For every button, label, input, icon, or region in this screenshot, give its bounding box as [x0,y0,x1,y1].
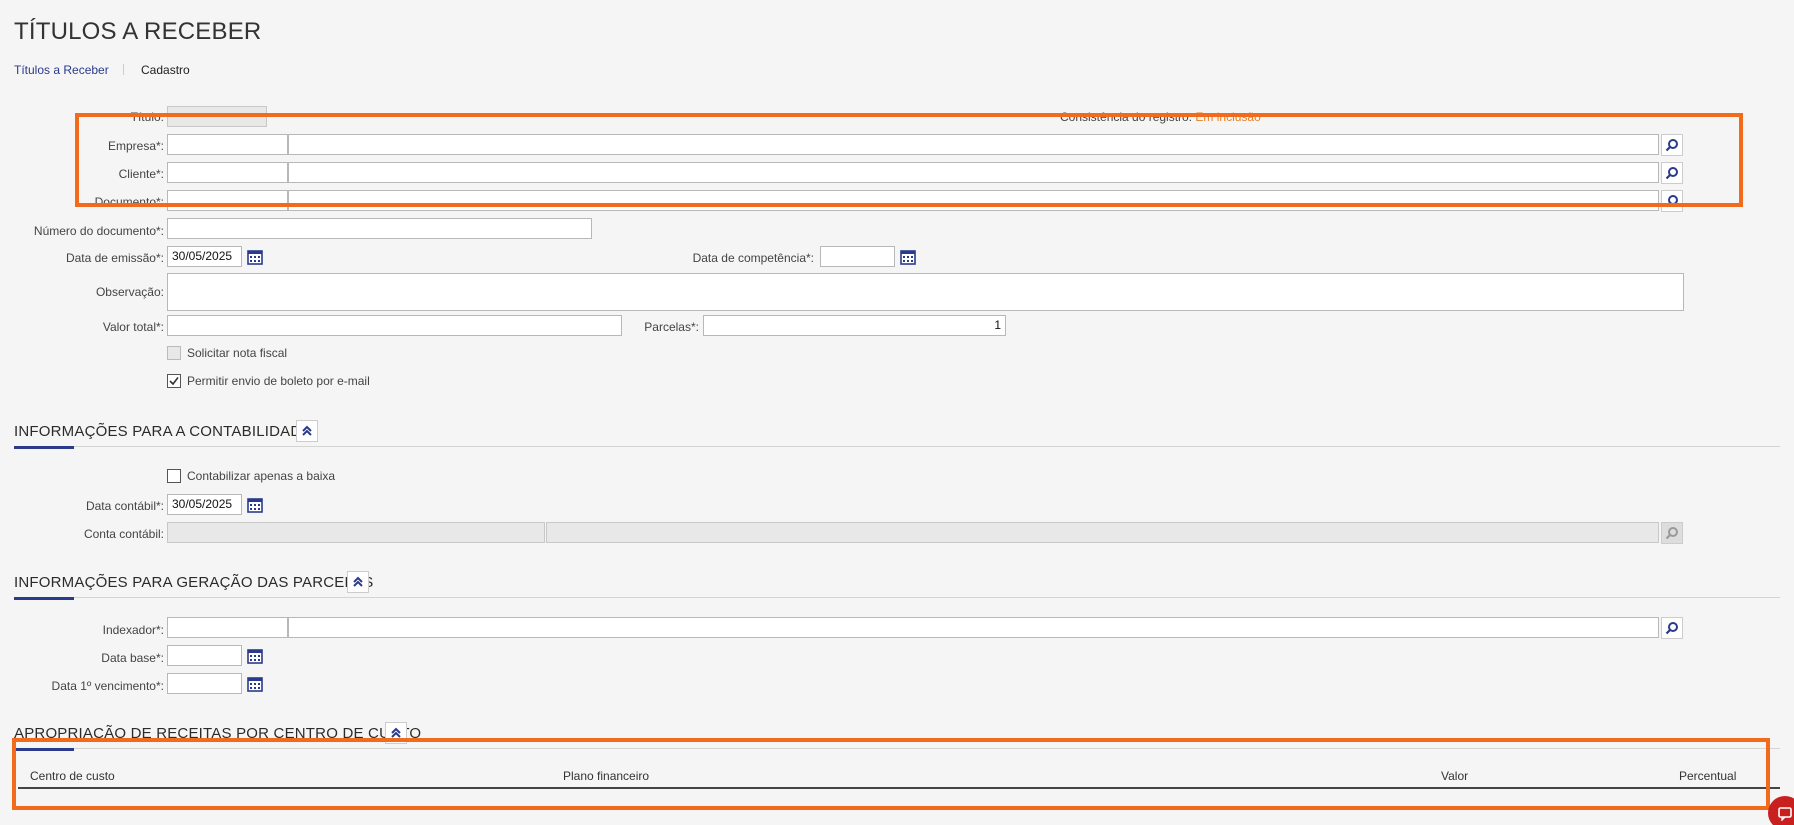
valor-total-input[interactable] [167,315,622,336]
calendar-icon [247,649,263,664]
calendar-icon [247,250,263,265]
parcelas-section-divider [14,597,1780,598]
data-vencimento-label: Data 1º vencimento*: [51,679,164,693]
data-base-input[interactable] [167,645,242,666]
observacao-label: Observação: [95,285,164,299]
search-icon [1665,622,1678,635]
valor-total-label: Valor total*: [102,320,164,334]
parcelas-label: Parcelas*: [644,320,699,334]
conta-contabil-label: Conta contábil: [83,527,164,541]
indexador-name-input[interactable] [288,617,1659,638]
breadcrumb-separator [123,64,124,75]
data-base-label: Data base*: [101,651,164,665]
calendar-icon [247,498,263,513]
numero-documento-input[interactable] [167,218,592,239]
data-competencia-calendar-button[interactable] [898,247,918,267]
contabilizar-baixa-label: Contabilizar apenas a baixa [187,469,336,483]
data-emissao-label: Data de emissão*: [65,251,164,265]
indexador-code-input[interactable] [167,617,288,638]
conta-contabil-code-input [167,522,545,543]
data-emissao-input[interactable]: 30/05/2025 [167,246,242,267]
data-base-calendar-button[interactable] [245,646,265,666]
contabilidade-collapse-button[interactable] [296,420,318,442]
page-title: TÍTULOS A RECEBER [14,18,262,45]
search-icon [1665,527,1678,540]
contabilidade-section-title: INFORMAÇÕES PARA A CONTABILIDADE [14,423,312,440]
data-competencia-input[interactable] [820,246,895,267]
data-emissao-calendar-button[interactable] [245,247,265,267]
calendar-icon [900,250,916,265]
checkmark-icon [169,377,179,386]
highlight-box-bottom [12,738,1770,810]
data-contabil-label: Data contábil*: [85,499,164,513]
solicitar-nota-fiscal-checkbox[interactable] [167,346,181,360]
indexador-label: Indexador*: [102,623,164,637]
chat-icon [1778,807,1792,821]
contabilizar-baixa-checkbox[interactable] [167,469,181,483]
data-vencimento-input[interactable] [167,673,242,694]
parcelas-input[interactable]: 1 [703,315,1006,336]
data-competencia-label: Data de competência*: [692,251,814,265]
data-contabil-calendar-button[interactable] [245,495,265,515]
contabilidade-section-accent [14,446,74,449]
floating-action-button[interactable] [1768,796,1794,825]
chevron-up-icon [302,425,312,436]
calendar-icon [247,677,263,692]
permitir-boleto-label: Permitir envio de boleto por e-mail [187,374,370,388]
observacao-textarea[interactable] [167,273,1684,311]
highlight-box-top [75,113,1743,207]
data-vencimento-calendar-button[interactable] [245,674,265,694]
solicitar-nota-fiscal-label: Solicitar nota fiscal [187,346,288,360]
data-contabil-input[interactable]: 30/05/2025 [167,494,242,515]
parcelas-section-title: INFORMAÇÕES PARA GERAÇÃO DAS PARCELAS [14,574,374,591]
breadcrumb-link[interactable]: Títulos a Receber [14,63,109,77]
contabilidade-section-divider [14,446,1780,447]
breadcrumb-current: Cadastro [141,63,190,77]
parcelas-section-accent [14,597,74,600]
numero-documento-label: Número do documento*: [33,224,164,238]
conta-contabil-search-button [1661,522,1683,544]
permitir-boleto-checkbox[interactable] [167,374,181,388]
conta-contabil-name-input [546,522,1659,543]
indexador-search-button[interactable] [1661,617,1683,639]
parcelas-collapse-button[interactable] [347,571,369,593]
chevron-up-icon [353,576,363,587]
